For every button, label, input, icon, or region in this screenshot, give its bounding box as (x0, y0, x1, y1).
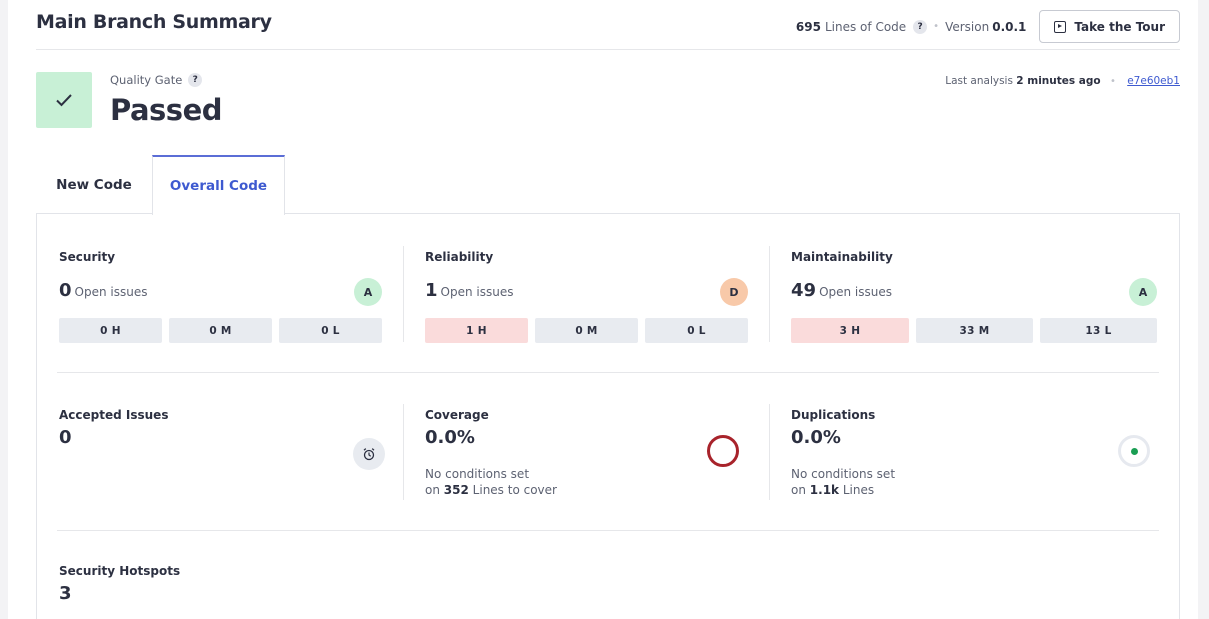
quality-gate-status: Passed (110, 93, 223, 127)
coverage-value[interactable]: 0.0% (425, 427, 475, 448)
maintainability-grade[interactable]: A (1129, 278, 1157, 306)
metrics-panel: Security 0 Open issues A 0 H 0 M 0 L Reli… (36, 213, 1180, 619)
coverage-label: Coverage (425, 408, 489, 422)
divider (769, 404, 770, 500)
duplication-ring-icon (1118, 435, 1150, 467)
alarm-clock-icon (353, 438, 385, 470)
quality-gate-help-icon[interactable]: ? (188, 73, 203, 87)
coverage-note: No conditions set on 352 Lines to cover (425, 466, 557, 498)
tab-new-code[interactable]: New Code (36, 155, 152, 214)
accepted-issues-label: Accepted Issues (59, 408, 169, 422)
security-label: Security (59, 250, 116, 264)
maintainability-value: 49 (791, 280, 817, 301)
divider (403, 404, 404, 500)
last-analysis-value: 2 minutes ago (1016, 75, 1101, 87)
section-divider (57, 372, 1159, 373)
version-label: Version (945, 19, 990, 34)
security-chip-low[interactable]: 0 L (279, 318, 382, 343)
quality-gate-badge (36, 72, 92, 128)
reliability-grade[interactable]: D (720, 278, 748, 306)
reliability-sub: Open issues (440, 285, 514, 299)
divider (403, 246, 404, 342)
duplications-label: Duplications (791, 408, 876, 422)
security-chips: 0 H 0 M 0 L (59, 318, 382, 343)
security-sub: Open issues (74, 285, 148, 299)
maintainability-chip-medium[interactable]: 33 M (916, 318, 1033, 343)
security-hotspots-value[interactable]: 3 (59, 583, 72, 604)
play-square-icon (1054, 20, 1067, 33)
reliability-value: 1 (425, 280, 438, 301)
duplication-dot (1130, 447, 1138, 455)
loc-help-icon[interactable]: ? (913, 19, 928, 34)
security-chip-medium[interactable]: 0 M (169, 318, 272, 343)
security-hotspots-label: Security Hotspots (59, 564, 181, 578)
section-divider (57, 530, 1159, 531)
check-icon (56, 94, 72, 107)
maintainability-chip-high[interactable]: 3 H (791, 318, 909, 343)
duplications-note-line2: on 1.1k Lines (791, 483, 875, 497)
tab-overall-code[interactable]: Overall Code (152, 155, 285, 215)
quality-gate-label-row: Quality Gate ? (110, 73, 203, 87)
maintainability-value-row[interactable]: 49 Open issues (791, 280, 892, 301)
duplications-note-line1: No conditions set (791, 467, 896, 481)
take-tour-button[interactable]: Take the Tour (1039, 10, 1180, 43)
reliability-label: Reliability (425, 250, 494, 264)
coverage-ring-icon (707, 435, 739, 467)
page-header: Main Branch Summary 695 Lines of Code ? … (36, 0, 1180, 50)
maintainability-chip-low[interactable]: 13 L (1040, 318, 1157, 343)
lines-of-code-value: 695 (795, 19, 821, 34)
coverage-note-line2: on 352 Lines to cover (425, 483, 557, 497)
reliability-chip-high[interactable]: 1 H (425, 318, 528, 343)
security-value: 0 (59, 280, 72, 301)
lines-of-code-label: Lines of Code (824, 19, 907, 34)
reliability-chip-low[interactable]: 0 L (645, 318, 748, 343)
duplications-note: No conditions set on 1.1k Lines (791, 466, 895, 498)
divider (769, 246, 770, 342)
reliability-chips: 1 H 0 M 0 L (425, 318, 748, 343)
take-tour-label: Take the Tour (1074, 19, 1165, 34)
security-chip-high[interactable]: 0 H (59, 318, 162, 343)
summary-page: Main Branch Summary 695 Lines of Code ? … (8, 0, 1198, 619)
accepted-issues-value[interactable]: 0 (59, 427, 72, 448)
coverage-note-line1: No conditions set (425, 467, 530, 481)
maintainability-label: Maintainability (791, 250, 893, 264)
commit-link[interactable]: e7e60eb1 (1127, 75, 1180, 87)
maintainability-sub: Open issues (819, 285, 893, 299)
analysis-separator: • (1109, 76, 1116, 87)
last-analysis: Last analysis 2 minutes ago • e7e60eb1 (945, 75, 1180, 87)
meta-separator: • (933, 21, 940, 32)
duplications-lines: 1.1k (809, 483, 840, 497)
reliability-value-row[interactable]: 1 Open issues (425, 280, 513, 301)
last-analysis-label: Last analysis (945, 75, 1013, 87)
coverage-lines-to-cover: 352 (443, 483, 469, 497)
quality-gate-label: Quality Gate (110, 73, 183, 87)
duplications-value[interactable]: 0.0% (791, 427, 841, 448)
reliability-chip-medium[interactable]: 0 M (535, 318, 638, 343)
security-grade[interactable]: A (354, 278, 382, 306)
maintainability-chips: 3 H 33 M 13 L (791, 318, 1157, 343)
page-title: Main Branch Summary (36, 11, 272, 33)
version-value: 0.0.1 (992, 19, 1027, 34)
security-value-row[interactable]: 0 Open issues (59, 280, 147, 301)
header-meta: 695 Lines of Code ? • Version 0.0.1 Take… (796, 10, 1180, 43)
